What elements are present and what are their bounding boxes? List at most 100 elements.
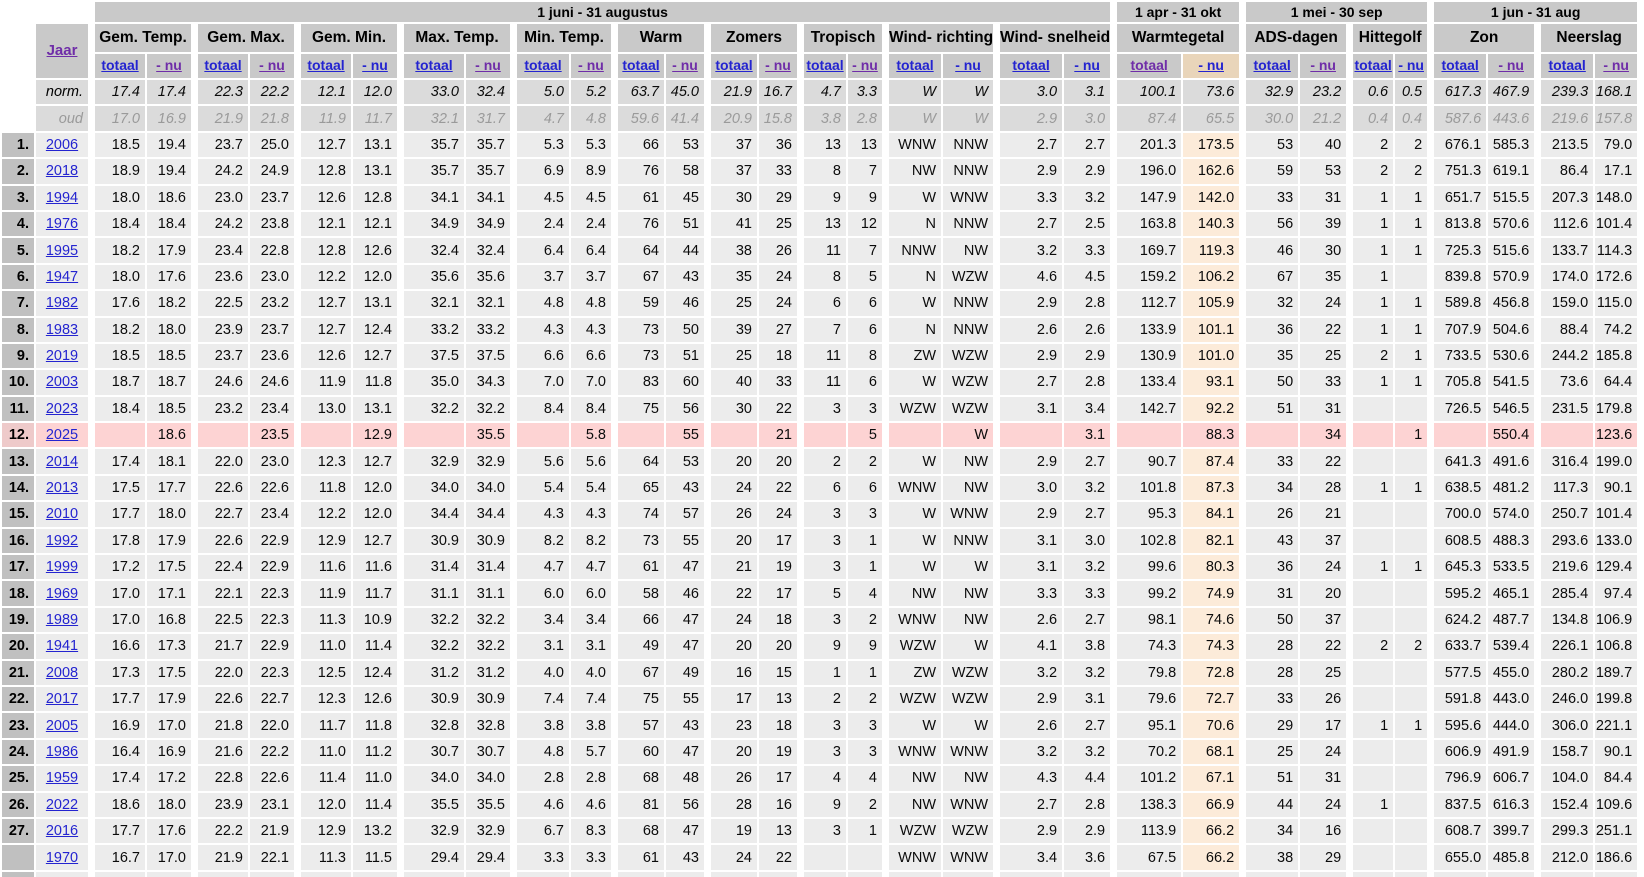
year-link[interactable]: 2010 <box>46 506 78 522</box>
year-link[interactable]: 1982 <box>46 295 78 311</box>
sort-link-nu-neerslag[interactable]: - nu <box>1603 57 1629 73</box>
year-link[interactable]: 2006 <box>46 137 78 153</box>
spacer <box>706 133 709 157</box>
sort-link-nu-min-temp[interactable]: - nu <box>578 57 604 73</box>
year-link[interactable]: 2003 <box>46 374 78 390</box>
cell-hittegolf-nu: 1 <box>1395 343 1428 369</box>
sort-link-totaal-gem-max[interactable]: totaal <box>204 57 241 73</box>
cell-max-temp-nu: 32.9 <box>466 818 510 844</box>
sort-link-totaal-gem-min[interactable]: totaal <box>307 57 344 73</box>
spacer <box>1536 793 1539 817</box>
spacer <box>706 713 709 737</box>
year-link[interactable]: 1999 <box>46 559 78 575</box>
year-link[interactable]: 2014 <box>46 454 78 470</box>
sort-link-nu-hittegolf[interactable]: - nu <box>1398 57 1424 73</box>
cell-neerslag-totaal: 231.5 <box>1541 396 1594 422</box>
year-link[interactable]: 2025 <box>46 427 78 443</box>
year-link[interactable]: 1995 <box>46 243 78 259</box>
sort-link-totaal-gem-temp[interactable]: totaal <box>101 57 138 73</box>
sort-link-nu-zon[interactable]: - nu <box>1498 57 1524 73</box>
spacer <box>90 212 93 236</box>
sort-link-nu-zomers[interactable]: - nu <box>765 57 791 73</box>
year-link[interactable]: 2023 <box>46 401 78 417</box>
sort-link-nu-gem-min[interactable]: - nu <box>362 57 388 73</box>
cell-warm-nu: 46 <box>666 581 704 606</box>
sort-link-nu-ads-dagen[interactable]: - nu <box>1310 57 1336 73</box>
year-link[interactable]: 1994 <box>46 190 78 206</box>
sort-link-totaal-min-temp[interactable]: totaal <box>524 57 561 73</box>
cell-gem-temp-nu: 19.4 <box>147 132 191 158</box>
year-link[interactable]: 1969 <box>46 586 78 602</box>
year-link[interactable]: 1947 <box>46 269 78 285</box>
cell-min-temp-nu: 2.8 <box>571 766 611 791</box>
cell-zon-totaal: 577.5 <box>1434 660 1487 685</box>
cell-neerslag-nu: 186.6 <box>1595 845 1638 870</box>
sort-link-totaal-tropisch[interactable]: totaal <box>806 57 843 73</box>
sort-link-nu-warm[interactable]: - nu <box>672 57 698 73</box>
cell-warmtegetal-nu: 142.0 <box>1183 185 1240 210</box>
sort-link-totaal-wind-richting[interactable]: totaal <box>896 57 933 73</box>
sort-link-nu-gem-temp[interactable]: - nu <box>156 57 182 73</box>
spacer <box>799 845 802 869</box>
spacer <box>995 54 998 78</box>
spacer <box>884 529 887 553</box>
cell-neerslag-totaal: 133.7 <box>1541 238 1594 263</box>
year-link[interactable]: 1959 <box>46 770 78 786</box>
year-link[interactable]: 1992 <box>46 533 78 549</box>
cell-max-temp-nu: 32.9 <box>466 449 510 474</box>
sort-link-totaal-warm[interactable]: totaal <box>622 57 659 73</box>
year-link[interactable]: 1986 <box>46 744 78 760</box>
sort-link-nu-warmtegetal[interactable]: - nu <box>1198 57 1224 73</box>
year-link[interactable]: 2005 <box>46 718 78 734</box>
year-cell: 1989 <box>36 607 88 633</box>
sort-link-totaal-ads-dagen[interactable]: totaal <box>1253 57 1290 73</box>
period-band: 1 jun - 31 aug <box>1434 2 1638 22</box>
sort-link-nu-wind-richting[interactable]: - nu <box>955 57 981 73</box>
cell-gem-temp-totaal: 18.5 <box>95 343 145 369</box>
sort-link-nu-wind-snelheid[interactable]: - nu <box>1074 57 1100 73</box>
cell-ads-dagen-totaal: 29 <box>1246 713 1299 738</box>
rank-blank <box>2 106 34 130</box>
sort-link-totaal-max-temp[interactable]: totaal <box>415 57 452 73</box>
year-link[interactable]: 2017 <box>46 691 78 707</box>
sort-link-nu-tropisch[interactable]: - nu <box>852 57 878 73</box>
sort-link-totaal-zon[interactable]: totaal <box>1441 57 1478 73</box>
cell-zomers-totaal <box>711 423 757 448</box>
sort-link-totaal-neerslag[interactable]: totaal <box>1548 57 1585 73</box>
year-link[interactable]: 1983 <box>46 322 78 338</box>
cell-gem-max-nu: 23.7 <box>250 185 294 210</box>
sort-link-nu-max-temp[interactable]: - nu <box>475 57 501 73</box>
year-link[interactable]: 1976 <box>46 216 78 232</box>
cell-hittegolf-nu: 2 <box>1395 634 1428 659</box>
cell-warmtegetal-nu: 101.1 <box>1183 317 1240 342</box>
cell-min-temp-totaal <box>517 423 569 448</box>
sort-link-totaal-zomers[interactable]: totaal <box>715 57 752 73</box>
sort-link-totaal-wind-snelheid[interactable]: totaal <box>1012 57 1049 73</box>
rank-cell: 25. <box>2 766 34 791</box>
spacer <box>296 370 299 394</box>
sort-link-jaar[interactable]: Jaar <box>47 42 78 59</box>
year-link[interactable]: 2016 <box>46 823 78 839</box>
spacer <box>1536 845 1539 869</box>
column-group-header-tropisch: Tropisch <box>804 24 882 52</box>
cell-hittegolf-nu <box>1395 845 1428 870</box>
year-link[interactable]: 1941 <box>46 638 78 654</box>
sort-link-totaal-hittegolf[interactable]: totaal <box>1354 57 1391 73</box>
year-link[interactable]: 2018 <box>46 163 78 179</box>
spacer <box>512 133 515 157</box>
spacer <box>90 344 93 368</box>
sort-link-totaal-warmtegetal[interactable]: totaal <box>1130 57 1167 73</box>
year-link[interactable]: 2022 <box>46 797 78 813</box>
year-link[interactable]: 2019 <box>46 348 78 364</box>
cell-gem-max-nu: 21.8 <box>250 106 294 131</box>
sort-link-nu-gem-max[interactable]: - nu <box>259 57 285 73</box>
year-link[interactable]: 1989 <box>46 612 78 628</box>
cell-min-temp-nu: 3.7 <box>571 264 611 290</box>
year-link[interactable]: 2013 <box>46 480 78 496</box>
table-row: 15. 2010 17.7 18.0 22.7 23.4 12.2 12.0 34.4 34.4 4… <box>2 502 1638 527</box>
spacer <box>90 2 93 22</box>
cell-zomers-nu: 18 <box>759 343 797 369</box>
spacer <box>1536 212 1539 236</box>
year-link[interactable]: 1970 <box>46 850 78 866</box>
year-link[interactable]: 2008 <box>46 665 78 681</box>
